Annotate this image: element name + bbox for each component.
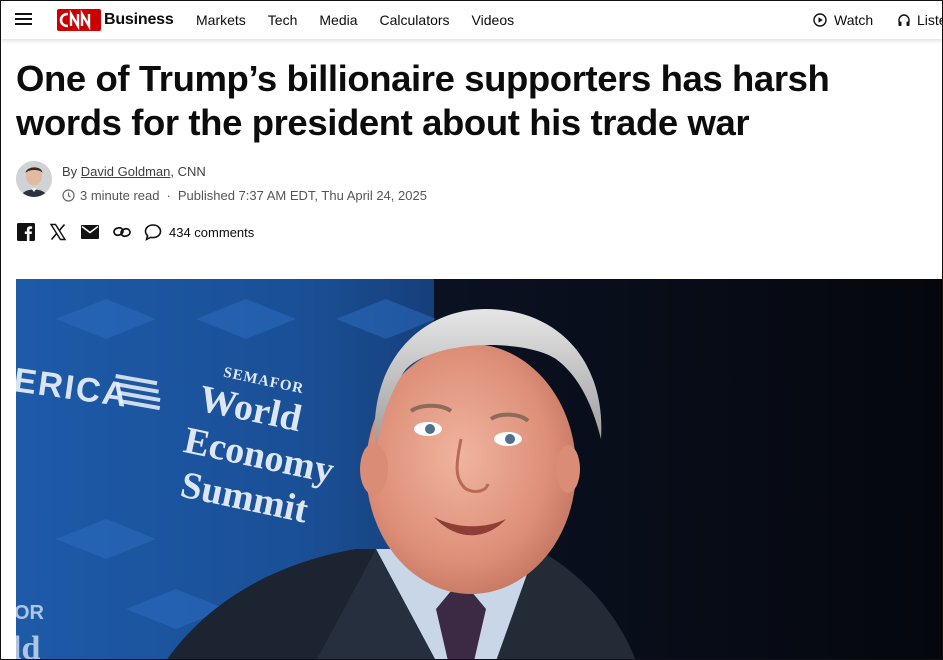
email-icon	[81, 225, 99, 239]
watch-label: Watch	[834, 12, 874, 28]
link-icon	[113, 226, 131, 238]
by-prefix: By	[62, 164, 81, 179]
nav-tech[interactable]: Tech	[268, 12, 298, 28]
play-circle-icon	[813, 13, 827, 27]
nav-markets[interactable]: Markets	[196, 12, 246, 28]
hero-photo: ERICA SEMAFOR World Economy Summit OR ld	[16, 279, 942, 660]
clock-icon	[62, 189, 75, 202]
read-time: 3 minute read	[80, 188, 160, 203]
cnn-logo[interactable]	[57, 9, 101, 31]
svg-text:OR: OR	[16, 602, 45, 624]
watch-button[interactable]: Watch	[813, 12, 873, 28]
facebook-icon	[17, 223, 35, 241]
email-share[interactable]	[80, 222, 100, 242]
main-nav: Markets Tech Media Calculators Videos	[196, 12, 536, 28]
author-link[interactable]: David Goldman	[81, 164, 171, 179]
listen-button[interactable]: Listen	[897, 12, 942, 28]
x-share[interactable]	[48, 222, 68, 242]
headline: One of Trump’s billionaire supporters ha…	[16, 58, 830, 143]
top-navigation: Business Markets Tech Media Calculators …	[1, 1, 942, 39]
author-source: , CNN	[170, 164, 206, 179]
copy-link[interactable]	[112, 222, 132, 242]
facebook-share[interactable]	[16, 222, 36, 242]
headphones-icon	[898, 14, 910, 26]
nav-calculators[interactable]: Calculators	[380, 12, 450, 28]
x-icon	[49, 223, 67, 241]
comments-button[interactable]: 434 comments	[144, 223, 254, 241]
comments-count: 434 comments	[169, 224, 255, 240]
comment-icon	[144, 224, 162, 241]
section-brand[interactable]: Business	[104, 11, 174, 29]
author-avatar[interactable]	[16, 161, 52, 197]
hero-image[interactable]: ERICA SEMAFOR World Economy Summit OR ld	[16, 279, 942, 660]
svg-text:ld: ld	[16, 630, 40, 660]
menu-icon[interactable]	[15, 12, 33, 27]
published-timestamp: Published 7:37 AM EDT, Thu April 24, 202…	[177, 188, 427, 203]
nav-media[interactable]: Media	[319, 12, 357, 28]
nav-videos[interactable]: Videos	[472, 12, 515, 28]
listen-label: Listen	[917, 12, 942, 28]
meta-separator: ·	[166, 188, 171, 203]
page-frame: Business Markets Tech Media Calculators …	[0, 0, 943, 660]
article-meta: 3 minute read · Published 7:37 AM EDT, T…	[62, 188, 427, 203]
byline-text: By David Goldman, CNN	[62, 164, 206, 179]
share-bar: 434 comments	[16, 222, 254, 242]
